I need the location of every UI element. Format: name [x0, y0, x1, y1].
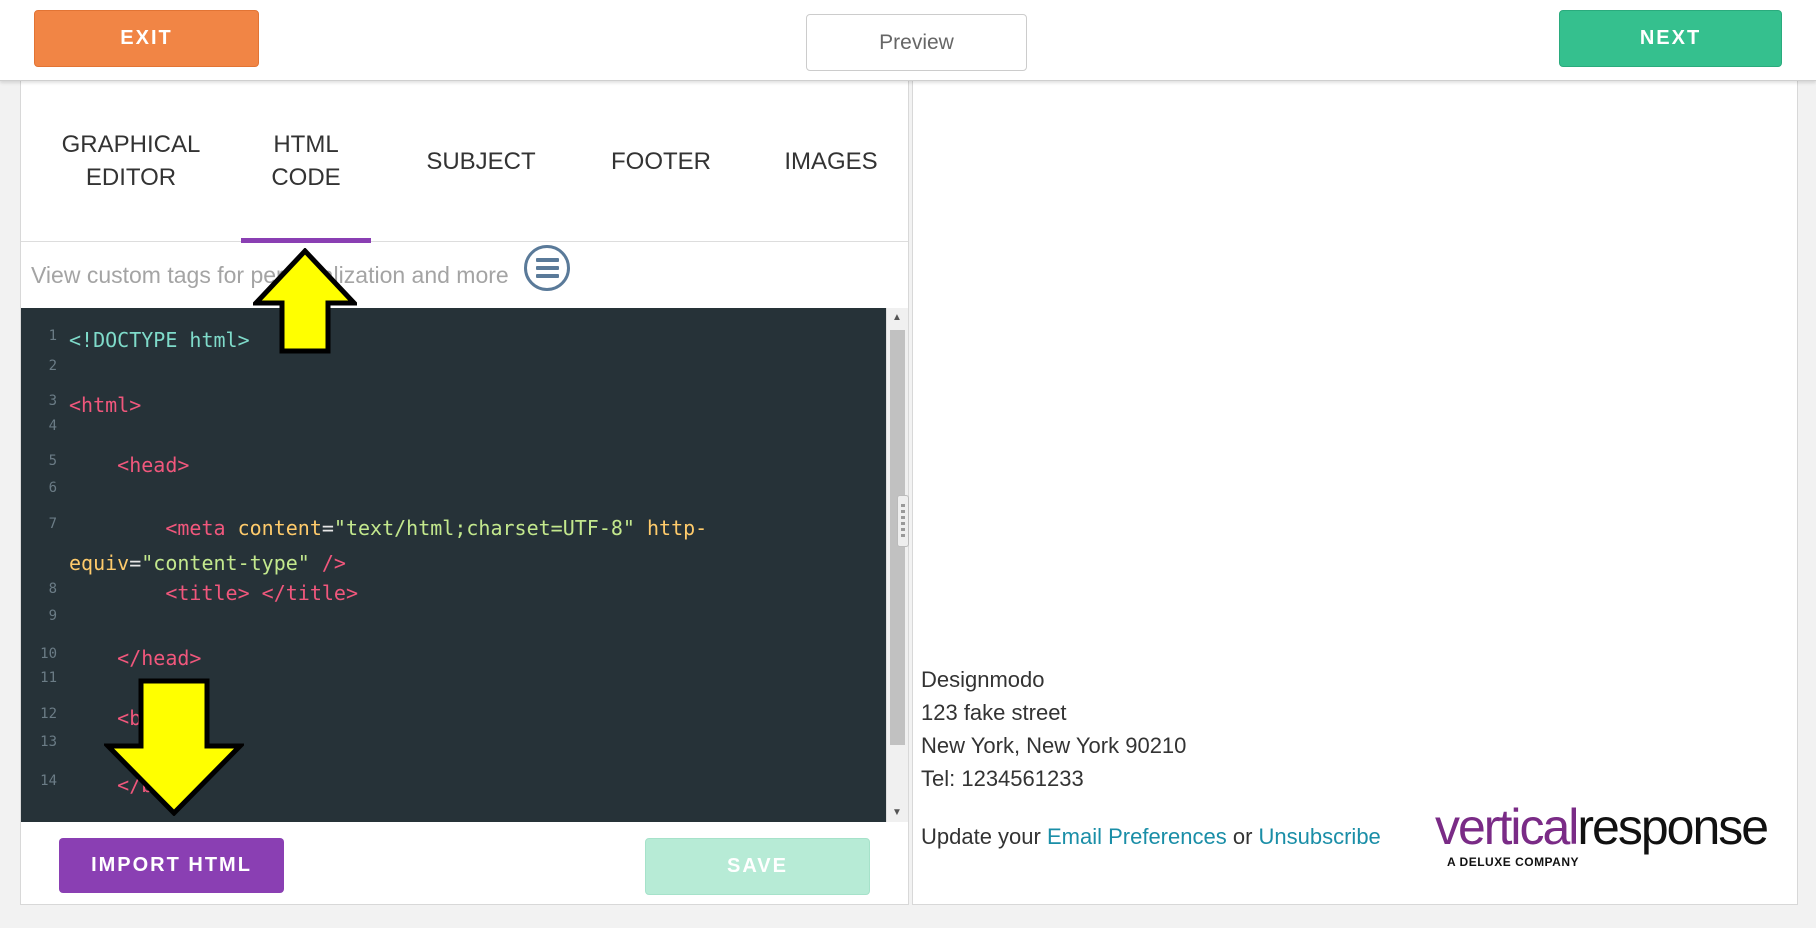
code-token: content: [237, 516, 322, 540]
code-token: </head>: [69, 646, 202, 670]
prefs-or: or: [1226, 824, 1259, 849]
code-text: <title> </title>: [69, 581, 358, 605]
tab-html-code[interactable]: HTML CODE: [241, 81, 371, 243]
code-text: <html>: [69, 393, 141, 417]
footer-address: Designmodo 123 fake street New York, New…: [921, 663, 1186, 795]
code-token: />: [309, 551, 346, 575]
line-number: 1: [48, 328, 57, 344]
code-token: =: [321, 516, 334, 540]
unsubscribe-link[interactable]: Unsubscribe: [1259, 824, 1381, 849]
prefs-prefix: Update your: [921, 824, 1047, 849]
address-line: Designmodo: [921, 667, 1045, 692]
tab-label: IMAGES: [784, 147, 878, 175]
line-number: 12: [40, 706, 57, 722]
code-token: http-: [634, 516, 708, 540]
tab-label: FOOTER: [611, 147, 711, 175]
editor-tabs: GRAPHICAL EDITOR HTML CODE SUBJECT FOOTE…: [21, 81, 908, 243]
address-line: New York, New York 90210: [921, 733, 1187, 758]
logo-tagline: A DELUXE COMPANY: [1447, 855, 1580, 869]
code-text: <meta content="text/html;charset=UTF-8" …: [69, 516, 707, 540]
preview-button[interactable]: Preview: [806, 14, 1027, 71]
line-number: 7: [48, 516, 57, 532]
annotation-arrow-down-icon: [104, 678, 244, 816]
line-number: 11: [40, 670, 57, 686]
next-button[interactable]: NEXT: [1559, 10, 1782, 67]
line-number: 13: [40, 734, 57, 750]
line-number: 10: [40, 646, 57, 662]
editor-scrollbar[interactable]: ▲ ▼: [886, 308, 908, 822]
code-text: equiv="content-type" />: [69, 551, 346, 575]
verticalresponse-logo: verticalresponse A DELUXE COMPANY: [1435, 799, 1785, 869]
code-token: equiv: [69, 551, 130, 575]
menu-icon[interactable]: [524, 245, 570, 291]
line-number: 3: [48, 393, 57, 409]
email-preview-panel: Designmodo 123 fake street New York, New…: [912, 80, 1798, 905]
code-token: "content-type": [141, 551, 310, 575]
import-html-button[interactable]: IMPORT HTML: [59, 838, 284, 893]
line-number: 5: [48, 453, 57, 469]
code-token: "text/html;charset=UTF-8": [333, 516, 635, 540]
line-number: 8: [48, 581, 57, 597]
tab-subject[interactable]: SUBJECT: [401, 81, 561, 241]
email-preferences-link[interactable]: Email Preferences: [1047, 824, 1227, 849]
code-token: <html>: [69, 393, 142, 417]
tab-graphical-editor[interactable]: GRAPHICAL EDITOR: [31, 81, 231, 241]
exit-button[interactable]: EXIT: [34, 10, 259, 67]
line-number: 9: [48, 608, 57, 624]
top-toolbar: EXIT Preview NEXT: [0, 0, 1816, 81]
scroll-up-icon[interactable]: ▲: [892, 312, 902, 323]
line-number: 6: [48, 480, 57, 496]
line-number: 2: [48, 358, 57, 374]
code-token: <head>: [69, 453, 190, 477]
tab-label: GRAPHICAL EDITOR: [61, 131, 201, 191]
code-token: <title> </title>: [69, 581, 358, 605]
address-line: 123 fake street: [921, 700, 1067, 725]
annotation-arrow-up-icon: [253, 248, 357, 354]
line-number: 14: [40, 773, 57, 789]
custom-tags-row: View custom tags for personalization and…: [21, 242, 908, 308]
tab-label: HTML CODE: [271, 131, 341, 191]
panel-resize-handle[interactable]: [897, 495, 909, 547]
code-text: </head>: [69, 646, 201, 670]
tab-footer[interactable]: FOOTER: [581, 81, 741, 241]
scroll-down-icon[interactable]: ▼: [892, 807, 902, 818]
line-number: 4: [48, 418, 57, 434]
save-button[interactable]: SAVE: [645, 838, 870, 895]
tab-images[interactable]: IMAGES: [756, 81, 906, 241]
code-token: <!DOCTYPE html>: [69, 328, 250, 352]
code-text: <!DOCTYPE html>: [69, 328, 250, 352]
address-line: Tel: 1234561233: [921, 766, 1084, 791]
logo-text-vertical: vertical: [1435, 799, 1579, 855]
code-token: <meta: [69, 516, 238, 540]
code-text: <head>: [69, 453, 189, 477]
footer-preferences: Update your Email Preferences or Unsubsc…: [921, 824, 1381, 850]
tab-label: SUBJECT: [426, 147, 536, 175]
code-token: =: [129, 551, 142, 575]
logo-text-response: response: [1577, 799, 1769, 855]
